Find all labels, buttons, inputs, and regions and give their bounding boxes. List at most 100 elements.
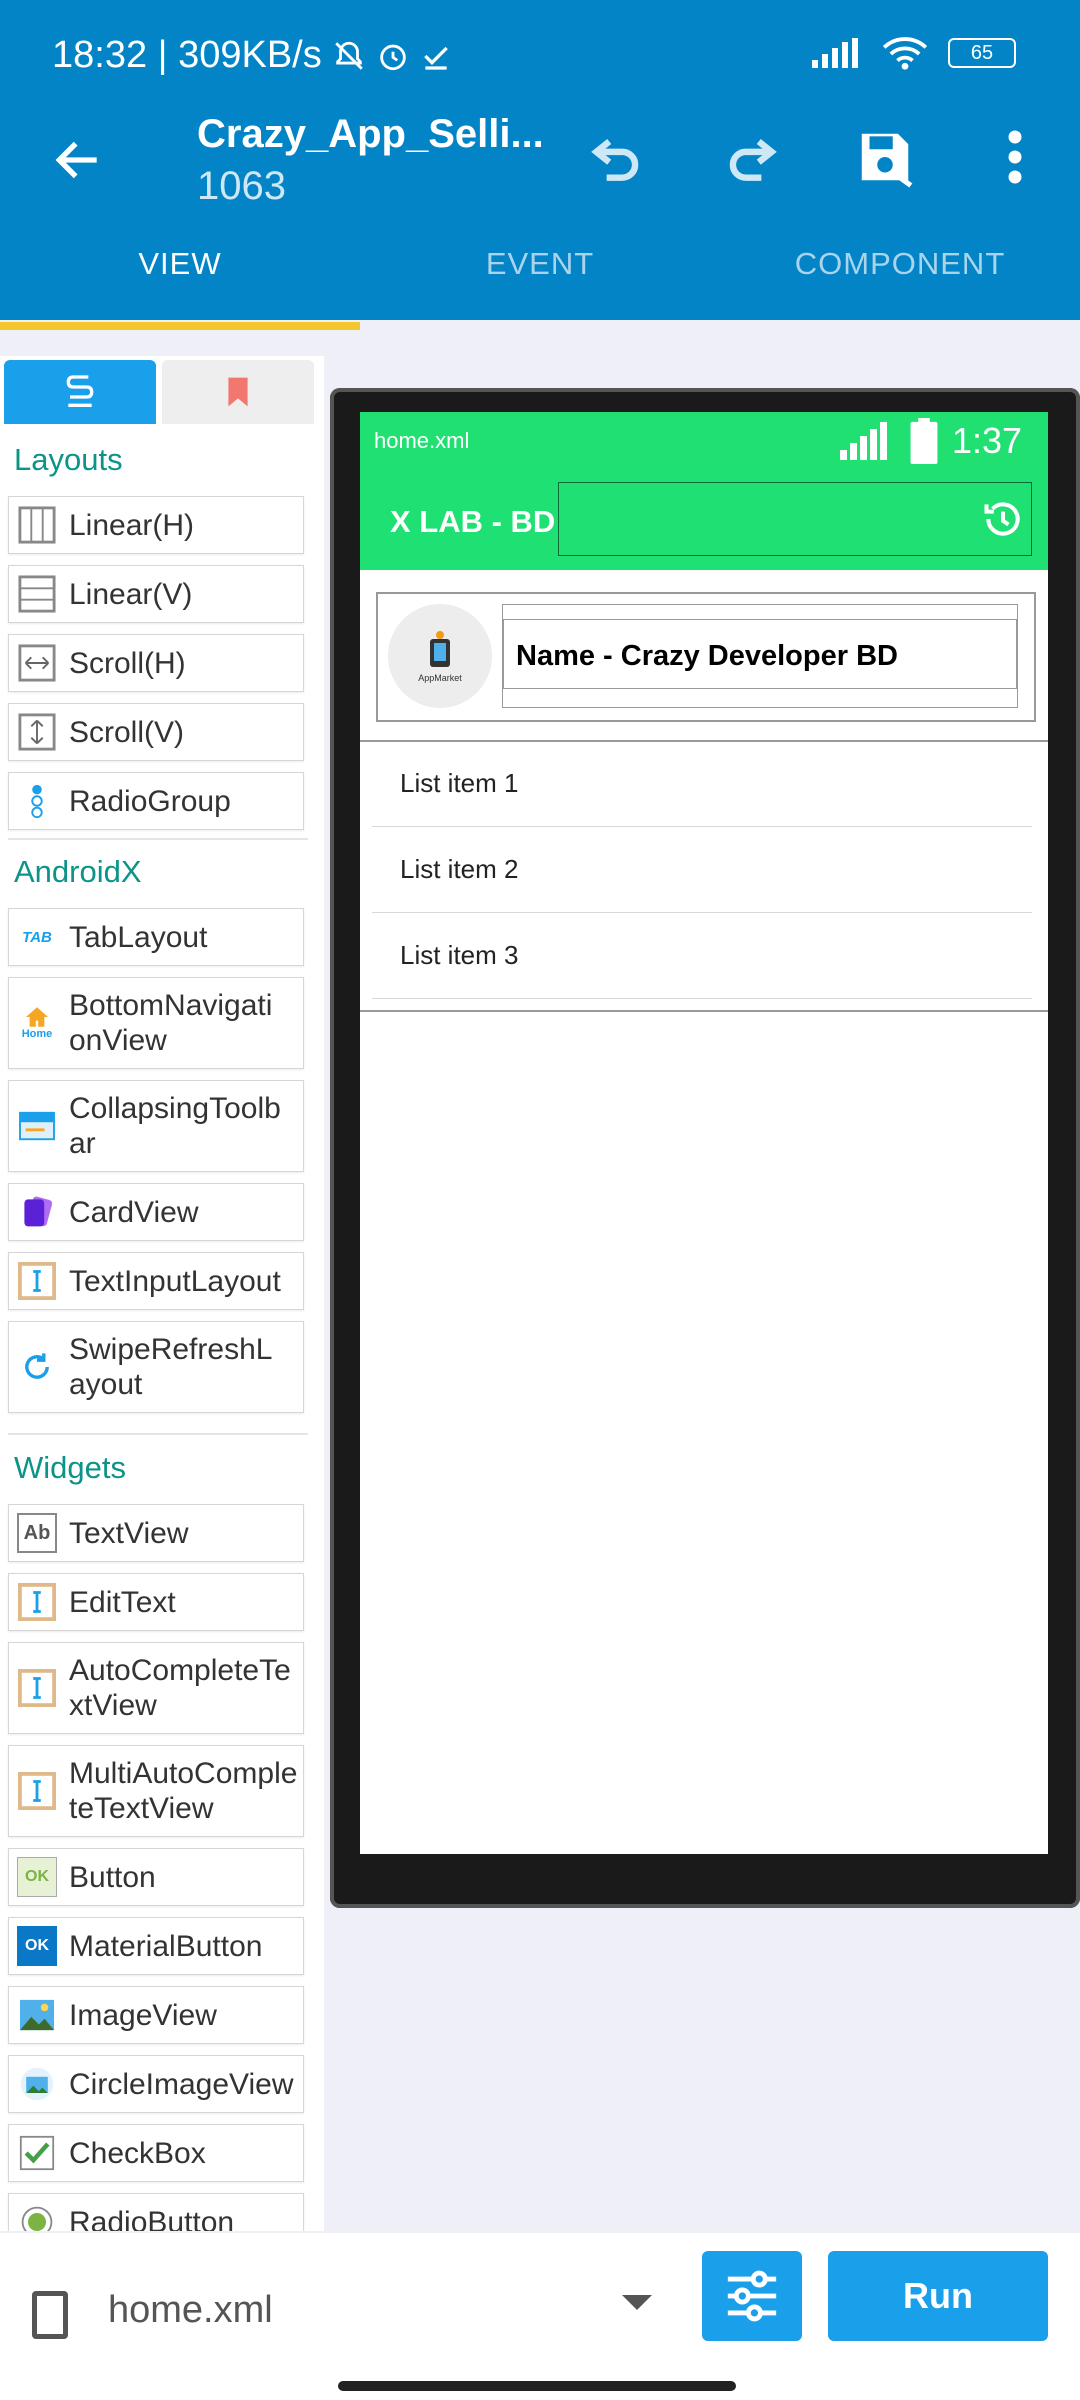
list-bottom-divider [360, 1010, 1048, 1012]
palette-item-collapsingtoolbar[interactable]: CollapsingToolbar [8, 1080, 304, 1172]
more-options-button[interactable] [980, 122, 1050, 192]
undo-icon [591, 138, 639, 181]
home-indicator[interactable] [338, 2381, 736, 2391]
list-item-label: List item 3 [400, 940, 519, 970]
list-item-label: List item 2 [400, 854, 519, 884]
palette-item-imageview[interactable]: ImageView [8, 1986, 304, 2044]
name-box[interactable]: Name - Crazy Developer BD [502, 604, 1018, 708]
tab-component[interactable]: COMPONENT [720, 240, 1080, 320]
section-divider [8, 1433, 308, 1435]
arrow-left-icon [55, 141, 97, 179]
palette-item-checkbox[interactable]: CheckBox [8, 2124, 304, 2182]
list-item[interactable]: List item 3 [372, 914, 1032, 999]
app-bar: Crazy_App_Selli... 1063 VIEW EVENT COMPO… [0, 92, 1080, 330]
undo-button[interactable] [582, 122, 652, 192]
device-signal-icon [840, 422, 887, 460]
palette-item-multiautocompletetextview[interactable]: MultiAutoCompleteTextView [8, 1745, 304, 1837]
circle-image-icon [17, 2064, 57, 2104]
tab-bar: VIEW EVENT COMPONENT [0, 240, 1080, 330]
scroll-v-icon [17, 712, 57, 752]
palette-item-label: CardView [69, 1195, 199, 1229]
palette-item-scroll-v[interactable]: Scroll(V) [8, 703, 304, 761]
name-inner-box: Name - Crazy Developer BD [503, 619, 1017, 689]
signal-icon [812, 38, 858, 68]
palette-item-radiogroup[interactable]: RadioGroup [8, 772, 304, 830]
palette-item-label: AutoCompleteTextView [69, 1654, 291, 1722]
palette-item-linear-v[interactable]: Linear(V) [8, 565, 304, 623]
logo-text: AppMarket [418, 673, 462, 683]
device-battery-icon [910, 418, 938, 464]
device-preview[interactable]: home.xml 1:37 X LAB - BD AppMarket Name … [330, 388, 1080, 1908]
palette-item-bottomnavigationview[interactable]: Home BottomNavigationView [8, 977, 304, 1069]
palette-item-label: Scroll(H) [69, 646, 186, 680]
palette-item-autocompletetextview[interactable]: AutoCompleteTextView [8, 1642, 304, 1734]
list-item[interactable]: List item 2 [372, 828, 1032, 913]
chevron-down-icon[interactable] [622, 2295, 652, 2310]
palette-item-textview[interactable]: Ab TextView [8, 1504, 304, 1562]
text-input-icon [17, 1261, 57, 1301]
palette-tab-bookmarks[interactable] [162, 360, 314, 424]
list-item-label: List item 1 [400, 768, 519, 798]
radiogroup-icon [17, 781, 57, 821]
properties-button[interactable] [702, 2251, 802, 2341]
edittext-icon [17, 1582, 57, 1622]
palette-item-radiobutton[interactable]: RadioButton [8, 2193, 304, 2231]
palette-item-label: Button [69, 1860, 156, 1894]
multi-autocomplete-icon [17, 1771, 57, 1811]
save-button[interactable] [850, 122, 920, 192]
linear-h-icon [17, 505, 57, 545]
palette-item-edittext[interactable]: EditText [8, 1573, 304, 1631]
history-icon[interactable] [981, 497, 1025, 541]
back-button[interactable] [50, 132, 106, 188]
palette-item-tablayout[interactable]: TAB TabLayout [8, 908, 304, 966]
palette-item-cardview[interactable]: CardView [8, 1183, 304, 1241]
alarm-icon [379, 44, 406, 70]
battery-icon: 65 [948, 38, 1016, 68]
palette-item-label: EditText [69, 1585, 176, 1619]
palette-item-label: BottomNavigationView [69, 989, 273, 1057]
project-title: Crazy_App_Selli... [197, 112, 544, 156]
section-androidx: AndroidX [14, 854, 142, 889]
palette-tab-widgets[interactable] [4, 360, 156, 424]
image-icon [17, 1995, 57, 2035]
palette-item-circleimageview[interactable]: CircleImageView [8, 2055, 304, 2113]
redo-button[interactable] [716, 122, 786, 192]
profile-card[interactable]: AppMarket Name - Crazy Developer BD [376, 592, 1036, 722]
widget-palette[interactable]: Layouts Linear(H) Linear(V) Scroll(H) Sc… [0, 356, 324, 2231]
widgets-tab-icon [66, 375, 94, 407]
project-id: 1063 [197, 164, 286, 208]
palette-item-materialbutton[interactable]: OK MaterialButton [8, 1917, 304, 1975]
palette-tabs [4, 360, 314, 424]
palette-item-button[interactable]: OK Button [8, 1848, 304, 1906]
wifi-icon [882, 37, 928, 70]
status-left: 18:32 | 309KB/s [52, 34, 452, 77]
scroll-h-icon [17, 643, 57, 683]
palette-item-label: MaterialButton [69, 1929, 263, 1963]
palette-item-label: CheckBox [69, 2136, 206, 2170]
linear-v-icon [17, 574, 57, 614]
device-toolbar-box[interactable] [558, 482, 1032, 556]
palette-item-swiperefreshlayout[interactable]: SwipeRefreshLayout [8, 1321, 304, 1413]
file-selector[interactable]: home.xml [108, 2289, 273, 2332]
palette-item-label: RadioGroup [69, 784, 231, 818]
palette-item-scroll-h[interactable]: Scroll(H) [8, 634, 304, 692]
button-icon: OK [17, 1857, 57, 1897]
tab-view[interactable]: VIEW [0, 240, 360, 330]
list-item[interactable]: List item 1 [372, 742, 1032, 827]
battery-level: 65 [970, 41, 994, 64]
redo-icon [729, 138, 777, 181]
device-screen[interactable]: home.xml 1:37 X LAB - BD AppMarket Name … [360, 412, 1048, 1854]
radio-icon [17, 2202, 57, 2231]
palette-item-label: RadioButton [69, 2205, 235, 2232]
run-button[interactable]: Run [828, 2251, 1048, 2341]
check-icon [423, 46, 448, 70]
device-time: 1:37 [952, 420, 1023, 461]
palette-item-label: CircleImageView [69, 2067, 294, 2101]
section-divider [8, 838, 308, 840]
tab-event[interactable]: EVENT [360, 240, 720, 320]
textview-icon: Ab [17, 1513, 57, 1553]
palette-item-label: Linear(H) [69, 508, 195, 542]
palette-item-linear-h[interactable]: Linear(H) [8, 496, 304, 554]
refresh-icon [17, 1347, 57, 1387]
palette-item-textinputlayout[interactable]: TextInputLayout [8, 1252, 304, 1310]
